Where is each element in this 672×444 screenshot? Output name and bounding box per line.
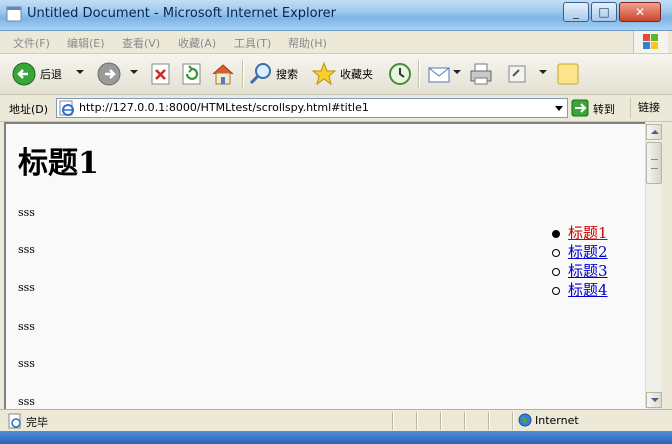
back-dropdown-icon[interactable]: [76, 70, 84, 74]
toolbar: 后退 搜索 收藏夹: [0, 54, 672, 95]
maximize-button[interactable]: □: [591, 2, 617, 22]
menu-favorites[interactable]: 收藏(A): [178, 35, 216, 51]
bullet-icon: [552, 268, 560, 276]
history-icon[interactable]: [387, 61, 413, 87]
paragraph: sss: [18, 281, 35, 294]
page-viewport[interactable]: 标题1 sss sss sss sss sss sss 标题1 标题2 标题3 …: [4, 122, 647, 410]
scroll-thumb[interactable]: [646, 142, 662, 184]
menu-file[interactable]: 文件(F): [13, 35, 50, 51]
search-icon[interactable]: [248, 61, 274, 87]
edit-dropdown-icon[interactable]: [539, 70, 547, 74]
bullet-icon: [552, 249, 560, 257]
paragraph: sss: [18, 357, 35, 370]
status-divider: [392, 412, 394, 430]
nav-link-title4[interactable]: 标题4: [568, 281, 608, 299]
go-button-label: 转到: [593, 103, 615, 116]
refresh-icon[interactable]: [181, 61, 203, 87]
window-title: Untitled Document - Microsoft Internet E…: [27, 6, 337, 21]
edit-page-icon[interactable]: [504, 61, 530, 87]
paragraph: sss: [18, 243, 35, 256]
status-bar: 完毕 Internet: [0, 409, 672, 432]
paragraph: sss: [18, 206, 35, 219]
menu-bar: 文件(F) 编辑(E) 查看(V) 收藏(A) 工具(T) 帮助(H): [0, 31, 672, 54]
page-ie-icon: [59, 100, 74, 116]
status-divider: [464, 412, 466, 430]
toolbar-separator: [242, 60, 244, 88]
mail-dropdown-icon[interactable]: [453, 70, 461, 74]
bullet-icon: [552, 287, 560, 295]
bullet-icon: [552, 230, 560, 238]
favorites-button-label[interactable]: 收藏夹: [340, 66, 373, 82]
nav-item-title2: 标题2: [551, 243, 608, 262]
address-label: 地址(D): [9, 103, 49, 116]
go-arrow-icon: [571, 99, 589, 117]
menu-view[interactable]: 查看(V): [122, 35, 160, 51]
menu-help[interactable]: 帮助(H): [288, 35, 327, 51]
address-url[interactable]: http://127.0.0.1:8000/HTMLtest/scrollspy…: [79, 101, 369, 114]
nav-link-title3[interactable]: 标题3: [568, 262, 608, 280]
back-arrow-icon[interactable]: [11, 61, 37, 87]
status-divider: [488, 412, 490, 430]
address-dropdown-icon[interactable]: [551, 99, 567, 117]
stop-icon[interactable]: [150, 61, 172, 87]
internet-globe-icon: [518, 413, 532, 427]
nav-link-title2[interactable]: 标题2: [568, 243, 608, 261]
minimize-button[interactable]: _: [563, 2, 589, 22]
nav-item-title3: 标题3: [551, 262, 608, 281]
messenger-note-icon[interactable]: [555, 61, 581, 87]
print-icon[interactable]: [468, 61, 494, 87]
nav-item-title1: 标题1: [551, 224, 608, 243]
security-zone-text: Internet: [535, 414, 579, 427]
scrollspy-nav: 标题1 标题2 标题3 标题4: [551, 224, 608, 300]
taskbar-strip: [0, 431, 672, 444]
nav-item-title4: 标题4: [551, 281, 608, 300]
status-divider: [512, 412, 514, 430]
status-text: 完毕: [26, 416, 48, 429]
favorites-star-icon[interactable]: [311, 61, 337, 87]
toolbar-separator: [418, 60, 420, 88]
status-divider: [440, 412, 442, 430]
address-field[interactable]: http://127.0.0.1:8000/HTMLtest/scrollspy…: [56, 98, 568, 118]
forward-arrow-icon[interactable]: [96, 61, 122, 87]
vertical-scrollbar[interactable]: [645, 122, 663, 408]
paragraph: sss: [18, 395, 35, 408]
search-button-label[interactable]: 搜索: [276, 66, 298, 82]
mail-icon[interactable]: [426, 61, 452, 87]
menu-edit[interactable]: 编辑(E): [67, 35, 105, 51]
go-button[interactable]: 转到: [571, 98, 625, 118]
scroll-up-button[interactable]: [646, 124, 662, 140]
page-done-icon: [8, 413, 21, 429]
close-button[interactable]: ✕: [619, 2, 661, 22]
status-divider: [416, 412, 418, 430]
forward-dropdown-icon[interactable]: [130, 70, 138, 74]
windows-logo-icon: [633, 31, 668, 53]
scroll-down-button[interactable]: [646, 392, 662, 408]
menu-tools[interactable]: 工具(T): [234, 35, 271, 51]
page-heading: 标题1: [18, 146, 99, 181]
nav-link-title1[interactable]: 标题1: [568, 224, 608, 242]
back-button-label[interactable]: 后退: [40, 66, 62, 82]
ie-icon: [6, 6, 22, 22]
title-bar[interactable]: Untitled Document - Microsoft Internet E…: [0, 0, 672, 31]
address-bar: 地址(D) http://127.0.0.1:8000/HTMLtest/scr…: [0, 95, 672, 122]
window-frame: [662, 122, 672, 444]
links-button[interactable]: 链接: [630, 98, 667, 118]
browser-window: Untitled Document - Microsoft Internet E…: [0, 0, 672, 444]
paragraph: sss: [18, 320, 35, 333]
home-icon[interactable]: [210, 61, 236, 87]
